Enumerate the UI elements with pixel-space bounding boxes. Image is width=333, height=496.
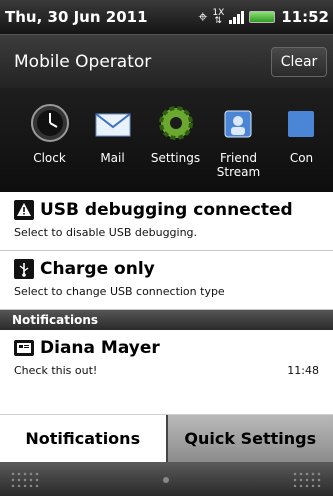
clear-button[interactable]: Clear bbox=[271, 46, 327, 77]
notification-usb-debugging-title-row: USB debugging connected bbox=[14, 200, 333, 220]
settings-icon bbox=[155, 102, 197, 144]
notification-charge-only-title-row: Charge only bbox=[14, 259, 333, 279]
mail-icon bbox=[92, 102, 134, 144]
app-settings[interactable]: Settings bbox=[144, 88, 207, 192]
battery-icon bbox=[249, 11, 276, 23]
friend-stream-icon bbox=[218, 102, 260, 144]
notification-usb-debugging-title: USB debugging connected bbox=[40, 200, 293, 220]
app-shortcuts: Clock Mail Settings Friend Stream Con bbox=[0, 88, 333, 192]
notification-list: USB debugging connected Select to disabl… bbox=[0, 192, 333, 414]
app-clock-label: Clock bbox=[33, 151, 66, 165]
notification-charge-only[interactable]: Charge only Select to change USB connect… bbox=[0, 251, 333, 310]
message-icon bbox=[14, 338, 34, 358]
drag-handle[interactable] bbox=[0, 462, 333, 496]
status-time: 11:52 bbox=[281, 8, 329, 26]
app-friend-stream-label: Friend Stream bbox=[216, 151, 261, 179]
tab-notifications[interactable]: Notifications bbox=[0, 415, 166, 462]
data-indicator-label: 1X bbox=[212, 8, 225, 18]
contacts-icon bbox=[281, 102, 323, 144]
app-contacts-label: Con bbox=[289, 151, 314, 165]
warning-icon bbox=[14, 200, 34, 220]
notification-usb-debugging[interactable]: USB debugging connected Select to disabl… bbox=[0, 192, 333, 251]
app-mail[interactable]: Mail bbox=[81, 88, 144, 192]
app-friend-stream[interactable]: Friend Stream bbox=[207, 88, 270, 192]
operator-bar: Mobile Operator Clear bbox=[0, 34, 333, 88]
notification-message-time: 11:48 bbox=[287, 364, 319, 377]
notification-charge-only-title: Charge only bbox=[40, 259, 155, 279]
usb-icon bbox=[14, 259, 34, 279]
clock-icon bbox=[29, 102, 71, 144]
notification-message[interactable]: Diana Mayer Check this out! 11:48 bbox=[0, 330, 333, 389]
status-date: Thu, 30 Jun 2011 bbox=[5, 8, 148, 26]
notification-usb-debugging-sub-row: Select to disable USB debugging. bbox=[14, 226, 333, 239]
app-mail-label: Mail bbox=[100, 151, 125, 165]
app-settings-label: Settings bbox=[150, 151, 201, 165]
app-contacts[interactable]: Con bbox=[270, 88, 333, 192]
section-header-notifications: Notifications bbox=[0, 310, 333, 330]
notification-message-sub-row: Check this out! 11:48 bbox=[14, 364, 333, 377]
data-indicator: 1X ⇅ bbox=[212, 8, 225, 26]
grip-dots-left bbox=[10, 471, 40, 487]
app-clock[interactable]: Clock bbox=[18, 88, 81, 192]
status-icons: ⌖ 1X ⇅ bbox=[198, 7, 276, 27]
gps-icon: ⌖ bbox=[198, 7, 208, 26]
operator-name: Mobile Operator bbox=[14, 51, 152, 72]
notification-message-title: Diana Mayer bbox=[40, 338, 160, 358]
signal-icon bbox=[229, 10, 245, 24]
handle-knob bbox=[163, 477, 169, 483]
notification-charge-only-subtitle: Select to change USB connection type bbox=[14, 285, 225, 298]
tab-quick-settings[interactable]: Quick Settings bbox=[165, 415, 333, 462]
notification-charge-only-sub-row: Select to change USB connection type bbox=[14, 285, 333, 298]
notification-message-title-row: Diana Mayer bbox=[14, 338, 333, 358]
bottom-tabs: Notifications Quick Settings bbox=[0, 414, 333, 462]
grip-dots-right bbox=[292, 471, 322, 487]
notification-usb-debugging-subtitle: Select to disable USB debugging. bbox=[14, 226, 198, 239]
status-bar: Thu, 30 Jun 2011 ⌖ 1X ⇅ 11:52 bbox=[0, 0, 333, 34]
notification-message-subtitle: Check this out! bbox=[14, 364, 98, 377]
